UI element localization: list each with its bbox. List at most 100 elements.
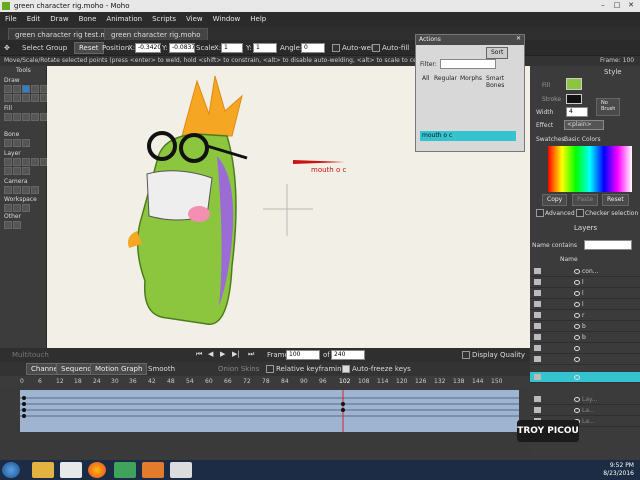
menu-help[interactable]: Help <box>245 12 271 23</box>
copy-button[interactable]: Copy <box>542 194 568 206</box>
app-icon-white[interactable] <box>170 462 192 478</box>
timeline-channels[interactable] <box>20 390 519 432</box>
maximize-button[interactable]: □ <box>610 1 624 11</box>
tab-motion-graph[interactable]: Motion Graph <box>90 363 148 375</box>
visibility-eye-icon[interactable] <box>574 397 580 402</box>
frame-input[interactable]: 100 <box>286 350 320 360</box>
display-quality-label[interactable]: Display Quality <box>472 351 525 359</box>
layer-row[interactable] <box>530 343 640 354</box>
auto-freeze-checkbox[interactable] <box>342 365 350 373</box>
timeline-ruler[interactable]: 0 6 12 18 24 30 36 42 48 54 60 66 72 78 … <box>0 376 530 388</box>
visibility-eye-icon[interactable] <box>574 346 580 351</box>
actions-close-button[interactable]: ✕ <box>516 35 521 42</box>
menu-edit[interactable]: Edit <box>22 12 46 23</box>
stroke-color-swatch[interactable] <box>566 94 582 104</box>
menu-window[interactable]: Window <box>208 12 246 23</box>
step-back-button[interactable]: ◀ <box>208 350 213 358</box>
reset-style-button[interactable]: Reset <box>602 194 629 206</box>
tool-button[interactable] <box>22 167 30 175</box>
tool-button[interactable] <box>13 113 21 121</box>
step-forward-button[interactable]: ▶| <box>232 350 240 358</box>
layer-row[interactable]: b <box>530 321 640 332</box>
tool-button[interactable] <box>4 139 12 147</box>
tool-button[interactable] <box>4 113 12 121</box>
actions-col-all[interactable]: All <box>422 75 429 82</box>
layer-row[interactable]: con... <box>530 266 640 277</box>
rewind-button[interactable]: ⏮ <box>196 350 202 359</box>
swatches-select[interactable]: Basic Colors <box>564 136 601 143</box>
effect-select[interactable]: <plain> <box>564 120 604 130</box>
paste-button[interactable]: Paste <box>572 194 599 206</box>
tool-button[interactable] <box>13 94 21 102</box>
menu-view[interactable]: View <box>181 12 208 23</box>
end-frame-input[interactable]: 240 <box>331 350 365 360</box>
scale-y-input[interactable]: 1 <box>253 43 277 53</box>
layer-row[interactable]: l <box>530 288 640 299</box>
visibility-eye-icon[interactable] <box>574 408 580 413</box>
visibility-eye-icon[interactable] <box>574 291 580 296</box>
tool-button[interactable] <box>31 85 39 93</box>
tool-button[interactable] <box>31 186 39 194</box>
actions-filter-input[interactable] <box>440 59 496 69</box>
layer-row[interactable]: Lay... <box>530 394 640 405</box>
tool-button[interactable] <box>13 204 21 212</box>
display-quality-checkbox[interactable] <box>462 351 470 359</box>
onion-skins-label[interactable]: Onion Skins <box>218 365 259 373</box>
minimize-button[interactable]: – <box>596 1 610 11</box>
tool-button[interactable] <box>13 221 21 229</box>
tool-button[interactable] <box>4 167 12 175</box>
layer-row[interactable]: l <box>530 277 640 288</box>
width-input[interactable]: 4 <box>566 107 588 117</box>
advanced-checkbox[interactable] <box>536 209 544 217</box>
tool-button[interactable] <box>22 139 30 147</box>
position-y-input[interactable]: -0.0837 <box>169 43 195 53</box>
visibility-eye-icon[interactable] <box>574 269 580 274</box>
layer-row-selected[interactable] <box>530 372 640 383</box>
menu-bone[interactable]: Bone <box>74 12 102 23</box>
file-explorer-icon[interactable] <box>32 462 54 478</box>
tool-button[interactable] <box>13 158 21 166</box>
visibility-eye-icon[interactable] <box>574 357 580 362</box>
tool-button[interactable] <box>22 204 30 212</box>
layers-filter-input[interactable] <box>584 240 632 250</box>
visibility-eye-icon[interactable] <box>574 313 580 318</box>
action-item-selected[interactable]: mouth o c <box>420 131 516 141</box>
angle-input[interactable]: 0 <box>301 43 325 53</box>
tool-button[interactable] <box>22 158 30 166</box>
menu-animation[interactable]: Animation <box>101 12 147 23</box>
menu-draw[interactable]: Draw <box>45 12 73 23</box>
layer-row[interactable]: r <box>530 310 640 321</box>
no-brush-button[interactable]: No Brush <box>596 98 620 116</box>
tool-button[interactable] <box>4 186 12 194</box>
tool-button[interactable] <box>22 94 30 102</box>
scale-x-input[interactable]: 1 <box>221 43 243 53</box>
play-button[interactable]: ▶ <box>220 350 225 358</box>
fill-color-swatch[interactable] <box>566 78 582 90</box>
visibility-eye-icon[interactable] <box>574 375 580 380</box>
auto-fill-checkbox[interactable] <box>372 44 380 52</box>
tool-button[interactable] <box>4 158 12 166</box>
tool-button[interactable] <box>4 94 12 102</box>
tool-button[interactable] <box>13 85 21 93</box>
layer-row[interactable]: l <box>530 299 640 310</box>
tab-doc-main[interactable]: green character rig.moho <box>104 28 208 40</box>
auto-weld-checkbox[interactable] <box>332 44 340 52</box>
actions-title-bar[interactable]: Actions ✕ <box>416 35 524 45</box>
system-clock[interactable]: 9:52 PM 8/23/2016 <box>603 462 634 478</box>
tool-button[interactable] <box>13 186 21 194</box>
tool-button[interactable] <box>4 85 12 93</box>
tool-button[interactable] <box>22 113 30 121</box>
moho-app-icon[interactable] <box>142 462 164 478</box>
tool-button[interactable] <box>13 139 21 147</box>
visibility-eye-icon[interactable] <box>574 302 580 307</box>
actions-col-regular[interactable]: Regular <box>434 75 457 82</box>
checker-selection-checkbox[interactable] <box>576 209 584 217</box>
position-x-input[interactable]: -0.3420 <box>135 43 161 53</box>
interpolation-select[interactable]: Smooth <box>148 365 175 373</box>
tool-button[interactable] <box>22 186 30 194</box>
tool-button[interactable] <box>31 158 39 166</box>
reset-button[interactable]: Reset <box>74 42 104 54</box>
media-player-icon[interactable] <box>60 462 82 478</box>
actions-sort-button[interactable]: Sort <box>486 47 509 59</box>
tool-button[interactable] <box>4 221 12 229</box>
